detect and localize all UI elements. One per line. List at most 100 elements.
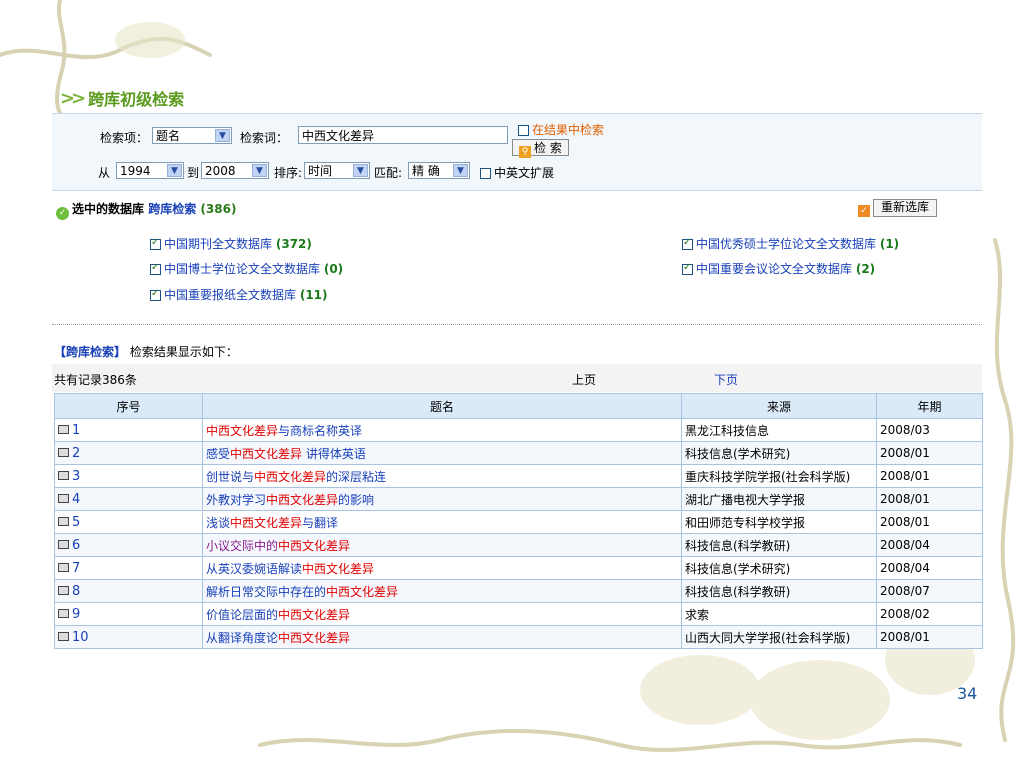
- title-link-segment[interactable]: 从翻译角度论: [206, 631, 278, 645]
- in-results-option[interactable]: 在结果中检索: [518, 121, 604, 138]
- title-link-segment[interactable]: 讲得体英语: [302, 447, 366, 461]
- document-icon[interactable]: [58, 539, 69, 549]
- title-link-segment[interactable]: 从英汉委婉语解读: [206, 562, 302, 576]
- database-checkbox[interactable]: [682, 262, 693, 275]
- title-link-segment[interactable]: 解析日常交际中存在的: [206, 585, 326, 599]
- document-icon[interactable]: [58, 516, 69, 526]
- table-row: 9 价值论层面的中西文化差异 求索 2008/02: [54, 602, 983, 626]
- prev-page-link[interactable]: 上页: [572, 371, 596, 388]
- title-cell[interactable]: 浅谈中西文化差异与翻译: [202, 510, 682, 534]
- title-link-segment[interactable]: 中西文化差异: [266, 493, 338, 507]
- title-link-segment[interactable]: 中西文化差异: [254, 470, 326, 484]
- column-header[interactable]: 来源: [681, 393, 877, 419]
- title-cell[interactable]: 价值论层面的中西文化差异: [202, 602, 682, 626]
- database-item[interactable]: 中国博士学位论文全文数据库 (0): [150, 260, 343, 277]
- document-icon[interactable]: [58, 562, 69, 572]
- database-checkbox[interactable]: [150, 262, 161, 275]
- title-link-segment[interactable]: 的影响: [338, 493, 374, 507]
- title-link-segment[interactable]: 与商标名称英译: [278, 424, 362, 438]
- database-checkbox[interactable]: [682, 237, 693, 250]
- title-link-segment[interactable]: 中西文化差异: [278, 539, 350, 553]
- database-count: (11): [299, 288, 328, 302]
- document-icon[interactable]: [58, 631, 69, 641]
- to-year-select[interactable]: 2008 ▼: [201, 162, 269, 179]
- database-item[interactable]: 中国重要会议论文全文数据库 (2): [682, 260, 875, 277]
- table-row: 4 外教对学习中西文化差异的影响 湖北广播电视大学学报 2008/01: [54, 487, 983, 511]
- database-item[interactable]: 中国期刊全文数据库 (372): [150, 235, 312, 252]
- from-year-select[interactable]: 1994 ▼: [116, 162, 184, 179]
- row-number: 6: [72, 537, 81, 553]
- title-cell[interactable]: 中西文化差异与商标名称英译: [202, 418, 682, 442]
- database-checkbox[interactable]: [150, 237, 161, 250]
- row-number: 1: [72, 422, 81, 438]
- title-link-segment[interactable]: 价值论层面的: [206, 608, 278, 622]
- in-results-checkbox[interactable]: [518, 125, 529, 136]
- title-link-segment[interactable]: 感受: [206, 447, 230, 461]
- cross-search-link[interactable]: 跨库检索: [148, 202, 196, 216]
- source-cell: 科技信息(学术研究): [681, 441, 877, 465]
- table-row: 2 感受中西文化差异 讲得体英语 科技信息(学术研究) 2008/01: [54, 441, 983, 465]
- field-select[interactable]: 题名 ▼: [152, 127, 232, 144]
- database-checkbox[interactable]: [150, 288, 161, 301]
- row-number-cell: 4: [54, 487, 203, 511]
- title-link-segment[interactable]: 创世说与: [206, 470, 254, 484]
- title-link-segment[interactable]: 中西文化差异: [302, 562, 374, 576]
- title-cell[interactable]: 外教对学习中西文化差异的影响: [202, 487, 682, 511]
- title-cell[interactable]: 解析日常交际中存在的中西文化差异: [202, 579, 682, 603]
- divider: [52, 324, 982, 325]
- table-row: 6 小议交际中的中西文化差异 科技信息(科学教研) 2008/04: [54, 533, 983, 557]
- title-link-segment[interactable]: 中西文化差异: [278, 608, 350, 622]
- to-label: 到: [187, 166, 200, 180]
- search-panel: >> 跨库初级检索 检索项： 题名 ▼ 检索词： 中西文化差异 在结果中检索 ⚲…: [52, 80, 983, 703]
- row-number-cell: 2: [54, 441, 203, 465]
- column-header[interactable]: 年期: [876, 393, 983, 419]
- source-cell: 科技信息(科学教研): [681, 579, 877, 603]
- match-label: 匹配:: [374, 166, 403, 180]
- title-link-segment[interactable]: 浅谈: [206, 516, 230, 530]
- title-link-segment[interactable]: 外教对学习: [206, 493, 266, 507]
- title-cell[interactable]: 感受中西文化差异 讲得体英语: [202, 441, 682, 465]
- check-circle-icon: ✓: [56, 207, 69, 220]
- document-icon[interactable]: [58, 424, 69, 434]
- search-input[interactable]: 中西文化差异: [298, 126, 508, 144]
- database-item[interactable]: 中国重要报纸全文数据库 (11): [150, 286, 328, 303]
- title-link-segment[interactable]: 中西文化差异: [230, 447, 302, 461]
- title-cell[interactable]: 从翻译角度论中西文化差异: [202, 625, 682, 649]
- document-icon[interactable]: [58, 493, 69, 503]
- title-link-segment[interactable]: 小议交际中的: [206, 539, 278, 553]
- title-link-segment[interactable]: 中西文化差异: [326, 585, 398, 599]
- title-cell[interactable]: 从英汉委婉语解读中西文化差异: [202, 556, 682, 580]
- database-count: (372): [275, 237, 312, 251]
- column-header[interactable]: 题名: [202, 393, 682, 419]
- document-icon[interactable]: [58, 470, 69, 480]
- title-link-segment[interactable]: 中西文化差异: [206, 424, 278, 438]
- document-icon[interactable]: [58, 608, 69, 618]
- title-link-segment[interactable]: 中西文化差异: [278, 631, 350, 645]
- title-cell[interactable]: 创世说与中西文化差异的深层粘连: [202, 464, 682, 488]
- source-cell: 重庆科技学院学报(社会科学版): [681, 464, 877, 488]
- title-link-segment[interactable]: 与翻译: [302, 516, 338, 530]
- table-header-row: 序号 题名 来源 年期: [54, 393, 983, 419]
- title-link-segment[interactable]: 中西文化差异: [230, 516, 302, 530]
- document-icon[interactable]: [58, 447, 69, 457]
- sort-select[interactable]: 时间 ▼: [304, 162, 370, 179]
- table-row: 7 从英汉委婉语解读中西文化差异 科技信息(学术研究) 2008/04: [54, 556, 983, 580]
- column-header[interactable]: 序号: [54, 393, 203, 419]
- source-cell: 求索: [681, 602, 877, 626]
- database-name: 中国优秀硕士学位论文全文数据库: [696, 237, 877, 251]
- expand-checkbox[interactable]: [480, 168, 491, 179]
- in-results-label: 在结果中检索: [532, 123, 605, 137]
- next-page-link[interactable]: 下页: [714, 371, 738, 388]
- reselect-button[interactable]: 重新选库: [873, 199, 938, 217]
- panel-title: 跨库初级检索: [88, 90, 185, 109]
- match-select[interactable]: 精 确 ▼: [408, 162, 470, 179]
- expand-option[interactable]: 中英文扩展: [480, 164, 554, 181]
- title-cell[interactable]: 小议交际中的中西文化差异: [202, 533, 682, 557]
- reselect-control[interactable]: ✓ 重新选库: [858, 199, 938, 217]
- chevron-down-icon: ▼: [252, 164, 267, 177]
- database-item[interactable]: 中国优秀硕士学位论文全文数据库 (1): [682, 235, 899, 252]
- title-link-segment[interactable]: 的深层粘连: [326, 470, 386, 484]
- to-year-value: 2008: [205, 164, 236, 178]
- document-icon[interactable]: [58, 585, 69, 595]
- search-button[interactable]: ⚲ 检 索: [512, 139, 569, 158]
